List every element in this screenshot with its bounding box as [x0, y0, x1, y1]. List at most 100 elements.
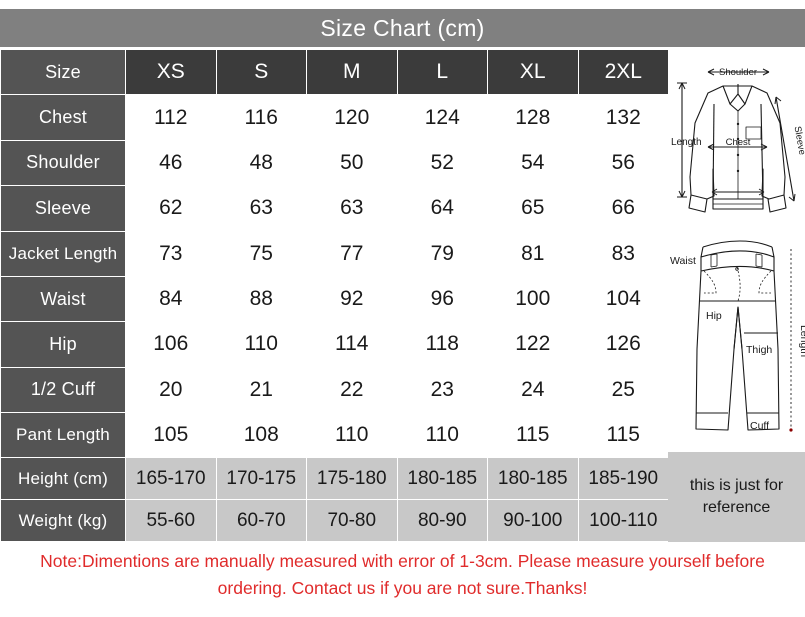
cell-value: 88 — [215, 275, 307, 323]
cell-value: 114 — [306, 321, 398, 368]
cell-value: 56 — [577, 139, 669, 187]
row-label-waist: Waist — [0, 275, 126, 323]
cell-value: 63 — [306, 185, 398, 232]
table-row: Jacket Length 73 75 77 79 81 83 — [0, 230, 669, 277]
cell-value: 165-170 — [125, 457, 217, 501]
cell-value: 100 — [487, 275, 579, 323]
cell-value: 24 — [487, 366, 579, 414]
size-header-xs: XS — [125, 48, 217, 96]
row-label-jacket-length: Jacket Length — [0, 230, 126, 277]
cell-value: 108 — [215, 411, 307, 459]
pants-diagram: Waist Hip Thigh Cuff Length — [668, 229, 805, 451]
row-label-shoulder: Shoulder — [0, 139, 126, 187]
size-table: Size XS S M L XL 2XL Chest 112 116 120 124 128 132 Sho… — [0, 48, 669, 542]
size-header-row: Size XS S M L XL 2XL — [0, 48, 669, 96]
illustration-panel: Shoulder Chest Length Sleeve Waist Hip T… — [668, 49, 805, 542]
cell-value: 80-90 — [396, 499, 488, 542]
cell-value: 23 — [396, 366, 488, 414]
row-label-pant-length: Pant Length — [0, 411, 126, 459]
table-row: Waist 84 88 92 96 100 104 — [0, 275, 669, 323]
cell-value: 115 — [487, 411, 579, 459]
size-header-m: M — [306, 48, 398, 96]
jacket-sleeve-label: Sleeve — [792, 125, 805, 156]
table-row: 1/2 Cuff 20 21 22 23 24 25 — [0, 366, 669, 414]
table-row: Pant Length 105 108 110 110 115 115 — [0, 411, 669, 459]
table-row: Hip 106 110 114 118 122 126 — [0, 321, 669, 368]
cell-value: 48 — [215, 139, 307, 187]
cell-value: 21 — [215, 366, 307, 414]
size-header-l: L — [396, 48, 488, 96]
table-row: Shoulder 46 48 50 52 54 56 — [0, 139, 669, 187]
cell-value: 52 — [396, 139, 488, 187]
cell-value: 110 — [306, 411, 398, 459]
cell-value: 22 — [306, 366, 398, 414]
cell-value: 110 — [215, 321, 307, 368]
row-label-height-cm: Height (cm) — [0, 457, 126, 501]
reference-note: this is just for reference — [668, 451, 805, 542]
table-row: Chest 112 116 120 124 128 132 — [0, 94, 669, 141]
row-label-hip: Hip — [0, 321, 126, 368]
cell-value: 65 — [487, 185, 579, 232]
pants-hip-label: Hip — [706, 310, 722, 322]
cell-value: 81 — [487, 230, 579, 277]
jacket-chest-label: Chest — [726, 137, 751, 148]
table-row: Sleeve 62 63 63 64 65 66 — [0, 185, 669, 232]
cell-value: 66 — [577, 185, 669, 232]
pants-length-label: Length — [798, 325, 805, 357]
cell-value: 122 — [487, 321, 579, 368]
cell-value: 118 — [396, 321, 488, 368]
cell-value: 79 — [396, 230, 488, 277]
size-header-2xl: 2XL — [577, 48, 669, 96]
cell-value: 112 — [125, 94, 217, 141]
cell-value: 180-185 — [487, 457, 579, 501]
cell-value: 126 — [577, 321, 669, 368]
table-row: Weight (kg) 55-60 60-70 70-80 80-90 90-100 100… — [0, 499, 669, 542]
table-row: Height (cm) 165-170 170-175 175-180 180-185 1… — [0, 457, 669, 501]
chart-title: Size Chart (cm) — [0, 9, 805, 47]
row-label-sleeve: Sleeve — [0, 185, 126, 232]
cell-value: 46 — [125, 139, 217, 187]
cell-value: 106 — [125, 321, 217, 368]
cell-value: 60-70 — [215, 499, 307, 542]
pants-thigh-label: Thigh — [746, 344, 772, 356]
cell-value: 77 — [306, 230, 398, 277]
size-header-xl: XL — [487, 48, 579, 96]
cell-value: 175-180 — [306, 457, 398, 501]
jacket-shoulder-label: Shoulder — [719, 67, 757, 78]
cell-value: 104 — [577, 275, 669, 323]
size-chart-root: Size Chart (cm) Size XS S M L XL 2XL Chest 112 11… — [0, 0, 805, 617]
row-label-chest: Chest — [0, 94, 126, 141]
footer-disclaimer: Note:Dimentions are manually measured wi… — [0, 543, 805, 607]
cell-value: 180-185 — [396, 457, 488, 501]
cell-value: 25 — [577, 366, 669, 414]
cell-value: 90-100 — [487, 499, 579, 542]
size-table-body: Size XS S M L XL 2XL Chest 112 116 120 124 128 132 Sho… — [0, 48, 669, 542]
pants-waist-label: Waist — [670, 255, 696, 267]
cell-value: 70-80 — [306, 499, 398, 542]
cell-value: 110 — [396, 411, 488, 459]
jacket-length-label: Length — [671, 137, 702, 148]
cell-value: 170-175 — [215, 457, 307, 501]
cell-value: 185-190 — [577, 457, 669, 501]
cell-value: 64 — [396, 185, 488, 232]
cell-value: 50 — [306, 139, 398, 187]
size-header-s: S — [215, 48, 307, 96]
cell-value: 132 — [577, 94, 669, 141]
cell-value: 63 — [215, 185, 307, 232]
cell-value: 115 — [577, 411, 669, 459]
cell-value: 55-60 — [125, 499, 217, 542]
size-table-wrapper: Size XS S M L XL 2XL Chest 112 116 120 124 128 132 Sho… — [0, 48, 669, 542]
cell-value: 92 — [306, 275, 398, 323]
cell-value: 120 — [306, 94, 398, 141]
cell-value: 62 — [125, 185, 217, 232]
cell-value: 54 — [487, 139, 579, 187]
cell-value: 75 — [215, 230, 307, 277]
cell-value: 116 — [215, 94, 307, 141]
jacket-diagram: Shoulder Chest Length Sleeve — [668, 49, 805, 229]
pants-cuff-label: Cuff — [750, 420, 769, 432]
cell-value: 124 — [396, 94, 488, 141]
cell-value: 105 — [125, 411, 217, 459]
cell-value: 83 — [577, 230, 669, 277]
cell-value: 128 — [487, 94, 579, 141]
cell-value: 96 — [396, 275, 488, 323]
